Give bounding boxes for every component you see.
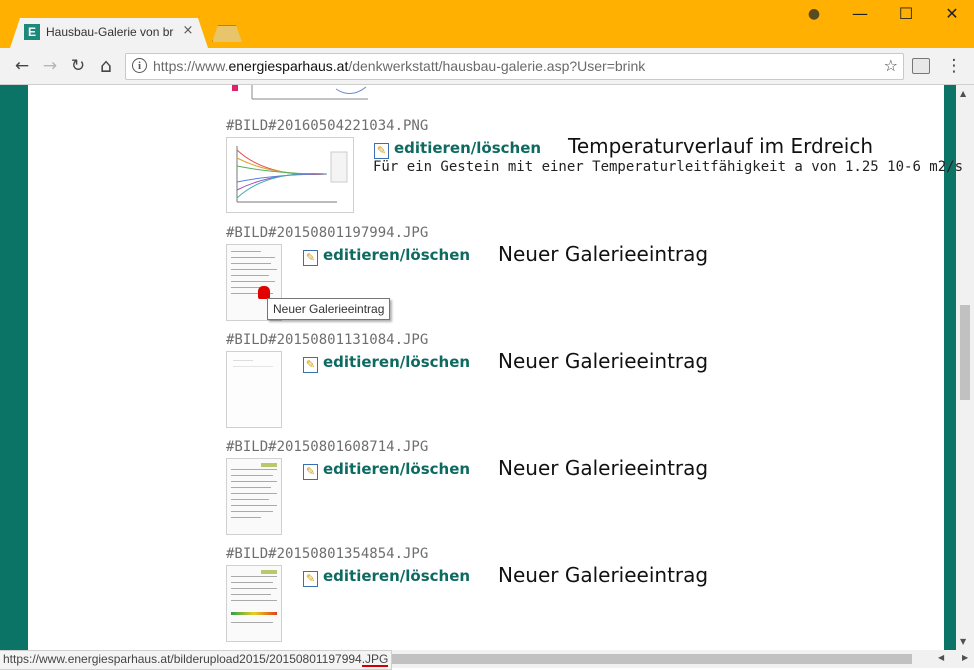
edit-delete-link[interactable]: ✎ editieren/löschen bbox=[303, 246, 470, 266]
entry-thumbnail[interactable] bbox=[226, 351, 282, 428]
entry-id: #BILD#20150801131084.JPG bbox=[226, 332, 429, 348]
entry-thumbnail[interactable] bbox=[226, 565, 282, 642]
info-icon[interactable]: i bbox=[132, 58, 147, 73]
entry-title: Neuer Galerieeintrag bbox=[498, 456, 709, 480]
url-text[interactable]: https://www.energiesparhaus.at/denkwerks… bbox=[153, 58, 645, 74]
scroll-left-icon[interactable]: ◀ bbox=[938, 653, 944, 662]
entry-id: #BILD#20160504221034.PNG bbox=[226, 118, 429, 134]
entry-description: Für ein Gestein mit einer Temperaturleit… bbox=[373, 159, 964, 175]
status-bar-url: https://www.energiesparhaus.at/bilderupl… bbox=[0, 650, 393, 670]
close-window-button[interactable]: ✕ bbox=[937, 4, 967, 24]
edit-icon: ✎ bbox=[303, 357, 318, 373]
minimize-button[interactable]: — bbox=[845, 4, 875, 24]
horizontal-scrollbar-thumb[interactable] bbox=[390, 654, 912, 664]
edit-icon: ✎ bbox=[303, 250, 318, 266]
account-icon[interactable]: ● bbox=[799, 4, 829, 24]
entry-thumbnail[interactable] bbox=[226, 458, 282, 535]
scroll-right-icon[interactable]: ▶ bbox=[962, 653, 968, 662]
address-bar[interactable]: i https://www.energiesparhaus.at/denkwer… bbox=[125, 53, 904, 80]
menu-button[interactable]: ⋮ bbox=[943, 55, 965, 77]
entry-id: #BILD#20150801197994.JPG bbox=[226, 225, 429, 241]
site-favicon-icon: E bbox=[24, 24, 40, 40]
url-domain: energiesparhaus.at bbox=[228, 58, 349, 74]
previous-entry-thumbnail[interactable] bbox=[226, 85, 371, 103]
edit-delete-link[interactable]: ✎ editieren/löschen bbox=[303, 460, 470, 480]
title-bar: E Hausbau-Galerie von brink × ● — ☐ ✕ bbox=[0, 0, 974, 48]
entry-id: #BILD#20150801608714.JPG bbox=[226, 439, 429, 455]
edit-icon: ✎ bbox=[303, 464, 318, 480]
scroll-up-icon[interactable]: ▲ bbox=[960, 89, 966, 98]
entry-title: Neuer Galerieeintrag bbox=[498, 349, 709, 373]
entry-id: #BILD#20150801354854.JPG bbox=[226, 546, 429, 562]
forward-button[interactable]: → bbox=[39, 55, 61, 77]
tooltip: Neuer Galerieeintrag bbox=[267, 298, 391, 320]
status-underline bbox=[362, 665, 388, 667]
home-button[interactable]: ⌂ bbox=[95, 55, 117, 77]
tab-active[interactable]: E Hausbau-Galerie von brink × bbox=[10, 18, 208, 48]
edit-delete-link[interactable]: ✎ editieren/löschen bbox=[374, 139, 541, 159]
browser-toolbar: ← → ↻ ⌂ i https://www.energiesparhaus.at… bbox=[0, 48, 974, 85]
edit-delete-link[interactable]: ✎ editieren/löschen bbox=[303, 567, 470, 587]
extension-icon[interactable] bbox=[912, 58, 930, 74]
reload-button[interactable]: ↻ bbox=[67, 55, 89, 77]
entry-title: Temperaturverlauf im Erdreich bbox=[568, 134, 873, 158]
scrollbar-thumb[interactable] bbox=[960, 305, 970, 400]
maximize-button[interactable]: ☐ bbox=[891, 4, 921, 24]
edit-delete-link[interactable]: ✎ editieren/löschen bbox=[303, 353, 470, 373]
entry-title: Neuer Galerieeintrag bbox=[498, 563, 709, 587]
edit-icon: ✎ bbox=[374, 143, 389, 159]
back-button[interactable]: ← bbox=[11, 55, 33, 77]
tab-close-icon[interactable]: × bbox=[180, 23, 196, 41]
scroll-down-icon[interactable]: ▼ bbox=[960, 637, 966, 646]
edit-icon: ✎ bbox=[303, 571, 318, 587]
tab-title: Hausbau-Galerie von brink bbox=[46, 25, 174, 39]
entry-title: Neuer Galerieeintrag bbox=[498, 242, 709, 266]
new-tab-button[interactable] bbox=[212, 25, 242, 42]
left-side-panel bbox=[0, 85, 28, 650]
bookmark-star-icon[interactable]: ☆ bbox=[884, 56, 898, 75]
entry-thumbnail[interactable] bbox=[226, 137, 354, 213]
